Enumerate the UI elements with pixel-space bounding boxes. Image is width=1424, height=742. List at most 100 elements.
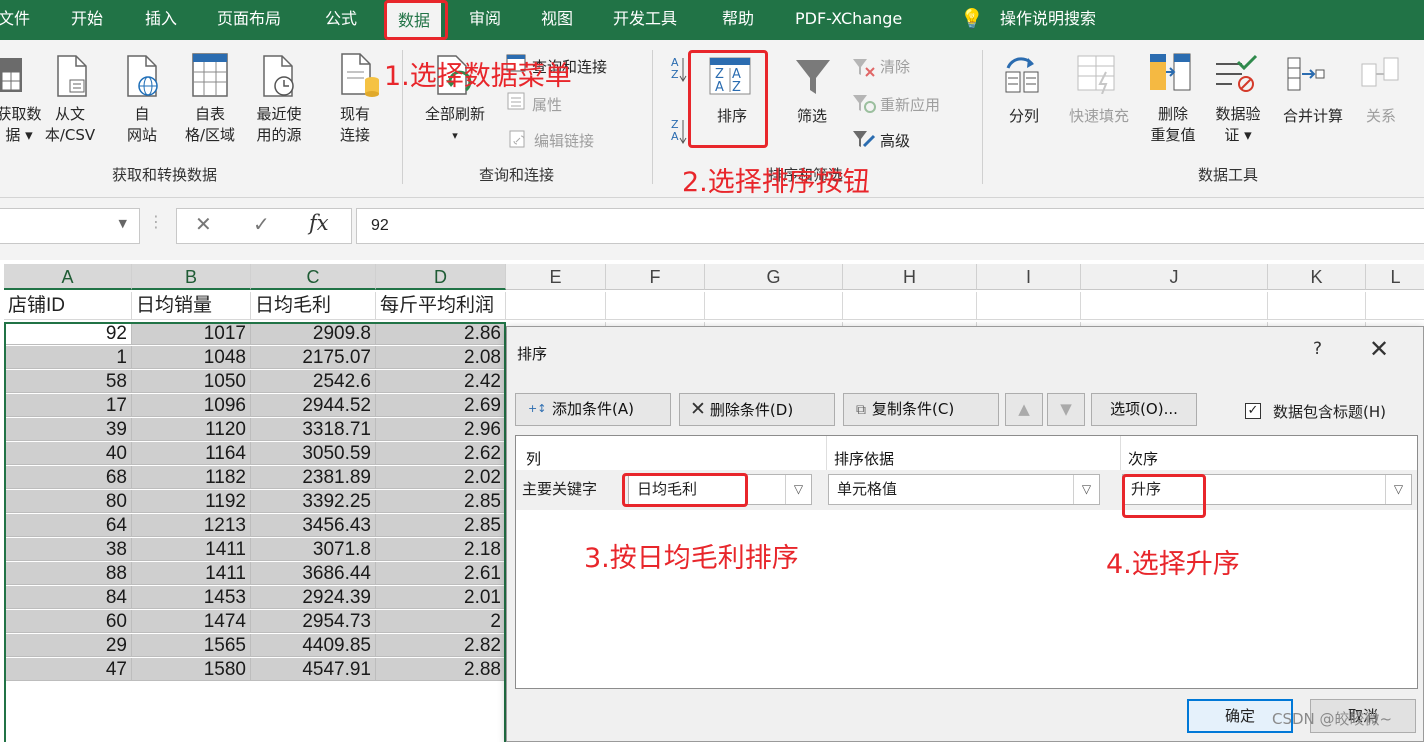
data-cell[interactable]: 17 bbox=[4, 394, 132, 417]
add-level-button[interactable]: +↕ 添加条件(A) bbox=[515, 393, 671, 426]
chevron-down-icon[interactable]: ▼ bbox=[119, 217, 127, 230]
data-cell[interactable]: 68 bbox=[4, 466, 132, 489]
tab-help[interactable]: 帮助 bbox=[722, 0, 754, 40]
column-header-b[interactable]: B bbox=[132, 264, 251, 290]
data-cell[interactable]: 1213 bbox=[132, 514, 251, 537]
data-cell[interactable]: 1182 bbox=[132, 466, 251, 489]
column-header-e[interactable]: E bbox=[506, 264, 606, 290]
recent-sources-button[interactable]: 最近使 用的源 bbox=[246, 104, 312, 146]
tab-page-layout[interactable]: 页面布局 bbox=[217, 0, 281, 40]
column-header-l[interactable]: L bbox=[1366, 264, 1424, 290]
column-header-k[interactable]: K bbox=[1268, 264, 1366, 290]
data-cell[interactable]: 1 bbox=[4, 346, 132, 369]
move-down-button[interactable]: ▼ bbox=[1047, 393, 1085, 426]
data-cell[interactable]: 4547.91 bbox=[251, 658, 376, 681]
data-cell[interactable]: 2.82 bbox=[376, 634, 506, 657]
header-cell[interactable]: 每斤平均利润 bbox=[376, 292, 506, 320]
data-cell[interactable]: 2381.89 bbox=[251, 466, 376, 489]
data-cell[interactable]: 2.86 bbox=[376, 322, 506, 345]
empty-cell[interactable] bbox=[977, 292, 1081, 320]
filter-button[interactable]: 筛选 bbox=[784, 106, 840, 127]
data-cell[interactable]: 2954.73 bbox=[251, 610, 376, 633]
data-cell[interactable]: 2542.6 bbox=[251, 370, 376, 393]
chevron-down-icon[interactable]: ▽ bbox=[785, 475, 811, 504]
help-button[interactable]: ? bbox=[1313, 339, 1322, 359]
text-to-columns-button[interactable]: 分列 bbox=[1000, 106, 1048, 127]
header-cell[interactable]: 日均毛利 bbox=[251, 292, 376, 320]
header-cell[interactable]: 日均销量 bbox=[132, 292, 251, 320]
data-validation-button[interactable]: 数据验证 ▾ bbox=[1206, 104, 1270, 146]
empty-cell[interactable] bbox=[606, 292, 705, 320]
flash-fill-button[interactable]: 快速填充 bbox=[1058, 106, 1140, 127]
advanced-filter-button[interactable]: 高级 bbox=[880, 130, 910, 151]
formula-input[interactable]: 92 bbox=[356, 208, 1424, 244]
insert-function-icon[interactable]: fx bbox=[309, 211, 329, 235]
data-cell[interactable]: 84 bbox=[4, 586, 132, 609]
data-cell[interactable]: 2.01 bbox=[376, 586, 506, 609]
data-cell[interactable]: 1050 bbox=[132, 370, 251, 393]
get-data-button[interactable]: 获取数据 ▾ bbox=[0, 104, 42, 146]
data-cell[interactable]: 29 bbox=[4, 634, 132, 657]
column-header-h[interactable]: H bbox=[843, 264, 977, 290]
data-cell[interactable]: 1453 bbox=[132, 586, 251, 609]
cancel-icon[interactable]: ✕ bbox=[195, 212, 212, 236]
close-button[interactable]: ✕ bbox=[1369, 335, 1389, 363]
from-table-range-button[interactable]: 自表 格/区域 bbox=[176, 104, 244, 146]
column-header-j[interactable]: J bbox=[1081, 264, 1268, 290]
data-cell[interactable]: 1164 bbox=[132, 442, 251, 465]
data-cell[interactable]: 1474 bbox=[132, 610, 251, 633]
data-cell[interactable]: 64 bbox=[4, 514, 132, 537]
empty-cell[interactable] bbox=[705, 292, 843, 320]
data-cell[interactable]: 1120 bbox=[132, 418, 251, 441]
existing-connections-button[interactable]: 现有 连接 bbox=[330, 104, 380, 146]
data-cell[interactable]: 2944.52 bbox=[251, 394, 376, 417]
from-text-csv-button[interactable]: 从文 本/CSV bbox=[40, 104, 100, 146]
reapply-button[interactable]: 重新应用 bbox=[880, 94, 940, 115]
data-cell[interactable]: 1411 bbox=[132, 538, 251, 561]
tab-home[interactable]: 开始 bbox=[71, 0, 103, 40]
data-cell[interactable]: 1565 bbox=[132, 634, 251, 657]
column-header-d[interactable]: D bbox=[376, 264, 506, 290]
data-cell[interactable]: 60 bbox=[4, 610, 132, 633]
data-cell[interactable]: 3686.44 bbox=[251, 562, 376, 585]
data-cell[interactable]: 1048 bbox=[132, 346, 251, 369]
data-cell[interactable]: 2.88 bbox=[376, 658, 506, 681]
data-cell[interactable]: 4409.85 bbox=[251, 634, 376, 657]
consolidate-button[interactable]: 合并计算 bbox=[1272, 106, 1354, 127]
data-cell[interactable]: 88 bbox=[4, 562, 132, 585]
data-cell[interactable]: 3071.8 bbox=[251, 538, 376, 561]
from-web-button[interactable]: 自网站 bbox=[120, 104, 164, 146]
data-cell[interactable]: 2.08 bbox=[376, 346, 506, 369]
data-cell[interactable]: 3392.25 bbox=[251, 490, 376, 513]
empty-cell[interactable] bbox=[1081, 292, 1268, 320]
properties-button[interactable]: 属性 bbox=[532, 94, 562, 115]
data-cell[interactable]: 2.02 bbox=[376, 466, 506, 489]
data-cell[interactable]: 3456.43 bbox=[251, 514, 376, 537]
data-cell[interactable]: 2909.8 bbox=[251, 322, 376, 345]
remove-duplicates-button[interactable]: 删除 重复值 bbox=[1140, 104, 1206, 146]
data-cell[interactable]: 58 bbox=[4, 370, 132, 393]
header-cell[interactable]: 店铺ID bbox=[4, 292, 132, 320]
relationships-button[interactable]: 关系 bbox=[1356, 106, 1406, 127]
data-cell[interactable]: 47 bbox=[4, 658, 132, 681]
empty-cell[interactable] bbox=[1268, 292, 1366, 320]
data-cell[interactable]: 38 bbox=[4, 538, 132, 561]
name-box[interactable]: ▼ bbox=[0, 208, 140, 244]
data-cell[interactable]: 1192 bbox=[132, 490, 251, 513]
data-cell[interactable]: 1096 bbox=[132, 394, 251, 417]
empty-cell[interactable] bbox=[843, 292, 977, 320]
empty-cell[interactable] bbox=[506, 292, 606, 320]
data-cell[interactable]: 2924.39 bbox=[251, 586, 376, 609]
confirm-icon[interactable]: ✓ bbox=[253, 212, 270, 236]
edit-links-button[interactable]: 编辑链接 bbox=[534, 130, 594, 151]
column-header-a[interactable]: A bbox=[4, 264, 132, 290]
data-cell[interactable]: 40 bbox=[4, 442, 132, 465]
tab-pdf-xchange[interactable]: PDF-XChange bbox=[795, 0, 902, 40]
data-cell[interactable]: 80 bbox=[4, 490, 132, 513]
data-cell[interactable]: 1411 bbox=[132, 562, 251, 585]
column-header-f[interactable]: F bbox=[606, 264, 705, 290]
column-header-c[interactable]: C bbox=[251, 264, 376, 290]
data-cell[interactable]: 3318.71 bbox=[251, 418, 376, 441]
data-cell[interactable]: 3050.59 bbox=[251, 442, 376, 465]
data-cell[interactable]: 2.85 bbox=[376, 514, 506, 537]
